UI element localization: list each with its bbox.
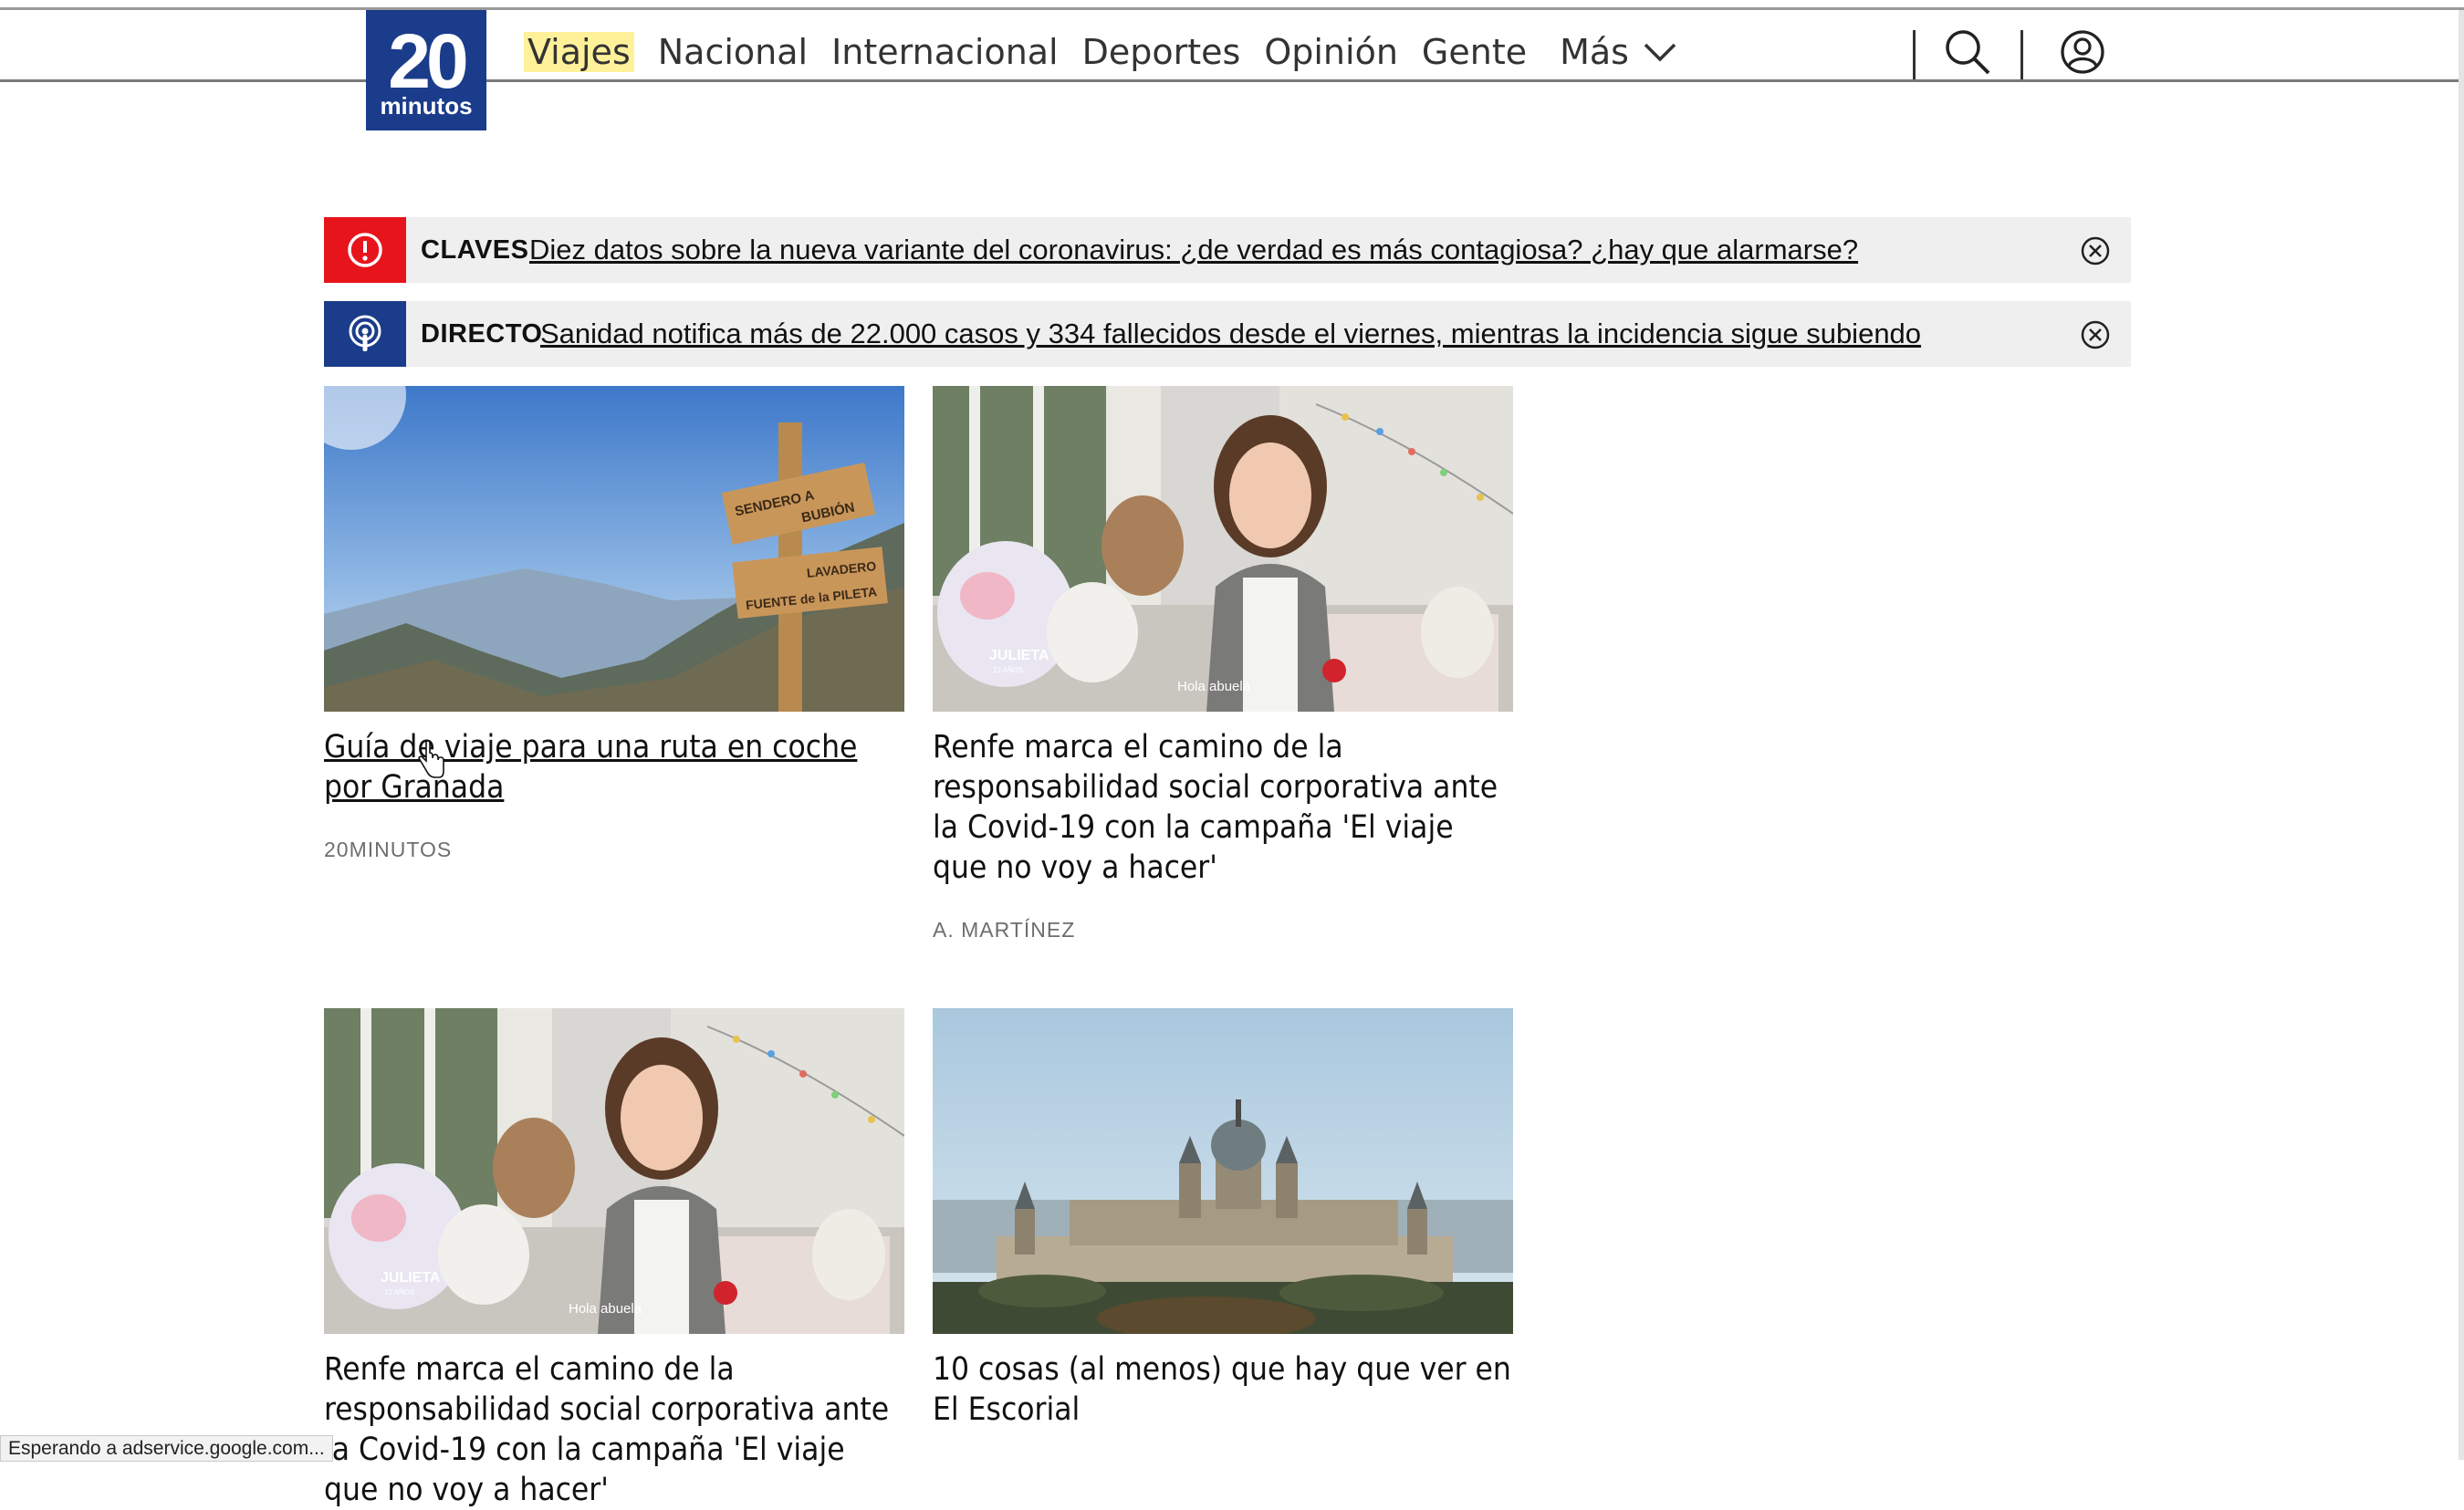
user-icon <box>2061 30 2104 74</box>
photo-caption-age: 12 AÑOS <box>993 666 1023 674</box>
scrollbar-track[interactable] <box>2459 10 2464 1460</box>
alert-label: DIRECTO <box>421 319 543 349</box>
logo-word: minutos <box>380 92 473 120</box>
article-title-link[interactable]: Renfe marca el camino de la responsabili… <box>324 1349 904 1510</box>
alert-bar-claves: CLAVES Diez datos sobre la nueva variant… <box>324 217 2131 283</box>
alert-link[interactable]: Sanidad notifica más de 22.000 casos y 3… <box>540 301 1921 367</box>
girl-with-toys-photo[interactable]: JULIETA 12 AÑOS Hola abuela <box>933 386 1513 712</box>
search-button[interactable] <box>1940 25 1995 79</box>
nav-more-button[interactable]: Más <box>1560 32 1676 72</box>
site-logo[interactable]: 20 minutos <box>366 10 486 130</box>
header-divider <box>1913 30 1916 79</box>
alert-badge <box>324 301 406 367</box>
photo-caption: Hola abuela <box>1177 679 1251 694</box>
close-icon[interactable] <box>2080 235 2111 266</box>
alert-link[interactable]: Diez datos sobre la nueva variante del c… <box>529 217 1858 283</box>
photo-caption-name: JULIETA <box>989 648 1049 663</box>
logo-number: 20 <box>388 18 468 104</box>
article-title-link[interactable]: Renfe marca el camino de la responsabili… <box>933 727 1513 888</box>
alert-bar-directo: DIRECTO Sanidad notifica más de 22.000 c… <box>324 301 2131 367</box>
nav-item-gente[interactable]: Gente <box>1422 32 1527 72</box>
user-account-button[interactable] <box>2055 25 2110 79</box>
nav-item-viajes[interactable]: Viajes <box>524 32 634 72</box>
photo-caption-age: 12 AÑOS <box>384 1288 414 1297</box>
exclamation-icon <box>348 233 382 267</box>
nav-item-opinion[interactable]: Opinión <box>1264 32 1398 72</box>
alert-label: CLAVES <box>421 235 529 265</box>
main-nav: Viajes Nacional Internacional Deportes O… <box>524 20 1676 84</box>
photo-caption: Hola abuela <box>569 1301 642 1317</box>
hand-cursor-icon <box>418 741 444 778</box>
search-icon <box>1946 30 1990 75</box>
nav-more-label: Más <box>1560 32 1629 72</box>
article-author: A. MARTÍNEZ <box>933 918 1076 942</box>
header-divider <box>2020 30 2023 79</box>
article-title-link[interactable]: 10 cosas (al menos) que hay que ver en E… <box>933 1349 1513 1430</box>
nav-item-internacional[interactable]: Internacional <box>831 32 1059 72</box>
article-title-link[interactable]: Guía de viaje para una ruta en coche por… <box>324 727 904 807</box>
alert-badge <box>324 217 406 283</box>
girl-with-toys-photo[interactable]: JULIETA 12 AÑOS Hola abuela <box>324 1008 904 1334</box>
el-escorial-photo[interactable] <box>933 1008 1513 1334</box>
mountain-signpost-photo[interactable]: SENDERO A BUBIÓN LAVADERO FUENTE de la P… <box>324 386 904 712</box>
photo-caption-name: JULIETA <box>381 1270 441 1286</box>
nav-item-nacional[interactable]: Nacional <box>658 32 808 72</box>
podcast-icon <box>349 315 381 351</box>
close-icon[interactable] <box>2080 319 2111 350</box>
chevron-down-icon <box>1644 43 1676 62</box>
browser-status-bar: Esperando a adservice.google.com... <box>0 1435 333 1462</box>
article-author: 20MINUTOS <box>324 838 453 861</box>
nav-item-deportes[interactable]: Deportes <box>1082 32 1241 72</box>
